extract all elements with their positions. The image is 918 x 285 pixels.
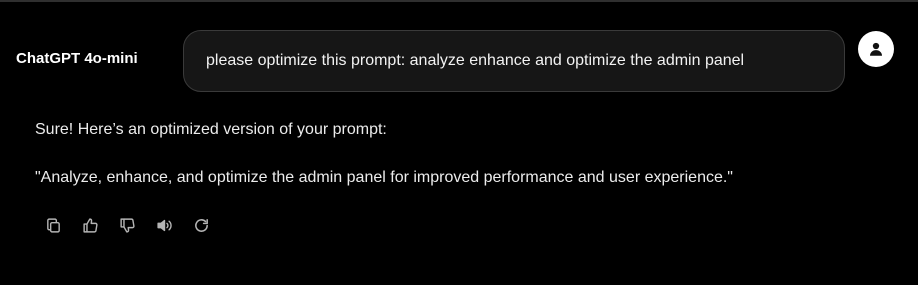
speaker-icon [156, 219, 172, 231]
thumbs-down-icon [119, 217, 135, 233]
assistant-intro-text: Sure! Here’s an optimized version of you… [35, 121, 387, 138]
user-icon [870, 42, 882, 56]
model-label: ChatGPT 4o-mini [16, 50, 138, 67]
thumbs-down-button[interactable] [116, 214, 138, 236]
message-actions-bar [42, 214, 212, 236]
regenerate-icon [194, 218, 208, 232]
user-avatar[interactable] [858, 31, 894, 67]
user-message-bubble: please optimize this prompt: analyze enh… [183, 30, 845, 92]
user-message-text: please optimize this prompt: analyze enh… [206, 52, 745, 69]
thumbs-up-button[interactable] [79, 214, 101, 236]
copy-button[interactable] [42, 214, 64, 236]
regenerate-button[interactable] [190, 214, 212, 236]
copy-icon [46, 217, 60, 233]
top-divider [0, 0, 918, 2]
assistant-quote-text: "Analyze, enhance, and optimize the admi… [35, 169, 733, 186]
thumbs-up-icon [82, 217, 98, 233]
read-aloud-button[interactable] [153, 214, 175, 236]
